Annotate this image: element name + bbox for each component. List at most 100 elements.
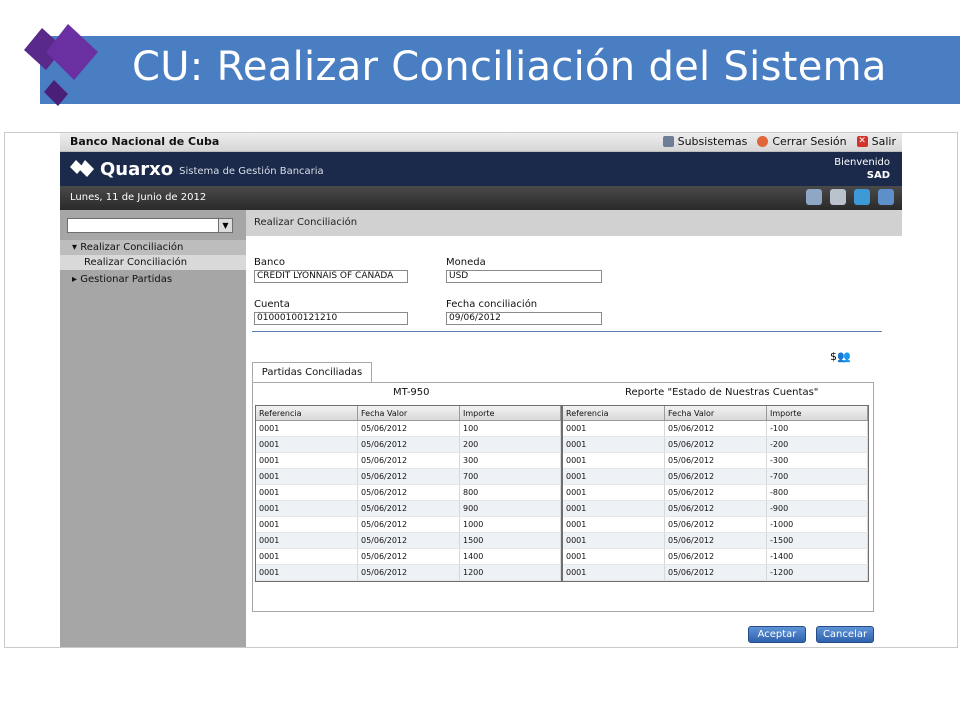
subsistemas-label: Subsistemas [677,135,748,148]
accept-button[interactable]: Aceptar [748,626,806,643]
quarxo-logo-icon [70,160,94,177]
table-cell: -200 [766,436,868,453]
table-cell: -900 [766,500,868,517]
table-cell: 0001 [256,548,358,565]
sidebar-group-label: Realizar Conciliación [80,242,184,253]
table-cell: 05/06/2012 [357,420,460,437]
table-cell: 0001 [256,564,358,581]
table-row[interactable]: 0001 05/06/2012 1400 [256,548,561,565]
moneda-label: Moneda [446,257,486,268]
table-row[interactable]: 0001 05/06/2012 900 [256,500,561,517]
table-cell: 900 [459,500,561,517]
sidebar: ▼ ▾ Realizar Conciliación Realizar Conci… [60,210,246,647]
table-cell: 05/06/2012 [664,532,767,549]
table-row[interactable]: 0001 05/06/2012 -1400 [563,548,868,565]
table-row[interactable]: 0001 05/06/2012 -700 [563,468,868,485]
left-grid-title: MT-950 [393,387,430,398]
table-cell: 0001 [256,468,358,485]
table-cell: 05/06/2012 [357,468,460,485]
table-row[interactable]: 0001 05/06/2012 1000 [256,516,561,533]
calendar-icon[interactable] [830,189,846,205]
col-fecha-valor[interactable]: Fecha Valor [357,406,460,421]
table-row[interactable]: 0001 05/06/2012 300 [256,452,561,469]
table-row[interactable]: 0001 05/06/2012 800 [256,484,561,501]
toolbar-icons [806,189,894,205]
fecha-conciliacion-field[interactable]: 09/06/2012 [446,312,602,325]
table-row[interactable]: 0001 05/06/2012 -900 [563,500,868,517]
table-row[interactable]: 0001 05/06/2012 -1000 [563,516,868,533]
table-cell: -100 [766,420,868,437]
chevron-down-icon[interactable]: ▼ [218,219,232,232]
power-icon [757,136,769,147]
sidebar-item-realizar-conciliacion[interactable]: ▾ Realizar Conciliación [60,240,246,255]
col-importe[interactable]: Importe [459,406,561,421]
table-row[interactable]: 0001 05/06/2012 -200 [563,436,868,453]
date-bar: Lunes, 11 de Junio de 2012 [60,186,902,210]
divider [252,331,882,332]
table-row[interactable]: 0001 05/06/2012 1500 [256,532,561,549]
table-cell: 05/06/2012 [664,548,767,565]
table-row[interactable]: 0001 05/06/2012 1200 [256,564,561,581]
app-screenshot: Banco Nacional de Cuba Subsistemas Cerra… [4,132,958,648]
table-cell: 05/06/2012 [664,564,767,581]
main-content: Realizar Conciliación Banco CREDIT LYONN… [246,210,902,647]
caret-right-icon: ▸ [72,274,81,285]
col-fecha-valor[interactable]: Fecha Valor [664,406,767,421]
users-icon[interactable] [806,189,822,205]
table-cell: 0001 [563,500,665,517]
settings-icon[interactable] [854,189,870,205]
table-cell: -300 [766,452,868,469]
table-cell: 0001 [563,420,665,437]
content-title: Realizar Conciliación [254,217,358,228]
table-row[interactable]: 0001 05/06/2012 200 [256,436,561,453]
brand-name: Quarxo [100,158,174,180]
subsystems-icon [662,136,674,147]
table-cell: -1000 [766,516,868,533]
sidebar-item-gestionar-partidas[interactable]: ▸ Gestionar Partidas [60,272,246,287]
table-cell: -1400 [766,548,868,565]
cancel-button[interactable]: Cancelar [816,626,874,643]
slide-title: CU: Realizar Conciliación del Sistema [132,44,887,90]
table-cell: 0001 [256,484,358,501]
table-cell: 0001 [256,500,358,517]
table-cell: 05/06/2012 [357,452,460,469]
subsistemas-link[interactable]: Subsistemas [662,135,748,148]
moneda-field[interactable]: USD [446,270,602,283]
brand-logo: Quarxo Sistema de Gestión Bancaria [70,158,324,180]
sidebar-item-label: Gestionar Partidas [80,274,173,285]
module-select[interactable]: ▼ [67,218,233,233]
table-row[interactable]: 0001 05/06/2012 -300 [563,452,868,469]
tab-partidas-conciliadas[interactable]: Partidas Conciliadas [252,362,372,383]
table-row[interactable]: 0001 05/06/2012 -800 [563,484,868,501]
col-referencia[interactable]: Referencia [563,406,665,421]
table-row[interactable]: 0001 05/06/2012 700 [256,468,561,485]
table-cell: 0001 [256,532,358,549]
top-links: Subsistemas Cerrar Sesión ✕ Salir [662,135,896,148]
salir-link[interactable]: ✕ Salir [856,135,896,148]
table-cell: -700 [766,468,868,485]
table-row[interactable]: 0001 05/06/2012 -1500 [563,532,868,549]
table-row[interactable]: 0001 05/06/2012 100 [256,420,561,437]
user-group-icon[interactable]: $👥 [830,350,851,363]
table-cell: 0001 [563,564,665,581]
diamond-logo-icon [24,24,98,106]
table-cell: 0001 [563,484,665,501]
col-referencia[interactable]: Referencia [256,406,358,421]
table-cell: 05/06/2012 [664,516,767,533]
cerrar-sesion-link[interactable]: Cerrar Sesión [757,135,847,148]
table-cell: 05/06/2012 [357,532,460,549]
table-cell: 0001 [256,452,358,469]
banco-field[interactable]: CREDIT LYONNAIS OF CANADA [254,270,408,283]
table-cell: 300 [459,452,561,469]
lock-icon[interactable] [878,189,894,205]
col-importe[interactable]: Importe [766,406,868,421]
table-cell: 0001 [563,436,665,453]
mt950-grid: Referencia Fecha Valor Importe 0001 05/06… [255,405,562,582]
table-cell: 05/06/2012 [664,452,767,469]
table-row[interactable]: 0001 05/06/2012 -1200 [563,564,868,581]
sidebar-subitem-realizar-conciliacion[interactable]: Realizar Conciliación [60,255,246,270]
cuenta-field[interactable]: 01000100121210 [254,312,408,325]
table-row[interactable]: 0001 05/06/2012 -100 [563,420,868,437]
bank-name: Banco Nacional de Cuba [70,135,220,148]
table-cell: 1400 [459,548,561,565]
